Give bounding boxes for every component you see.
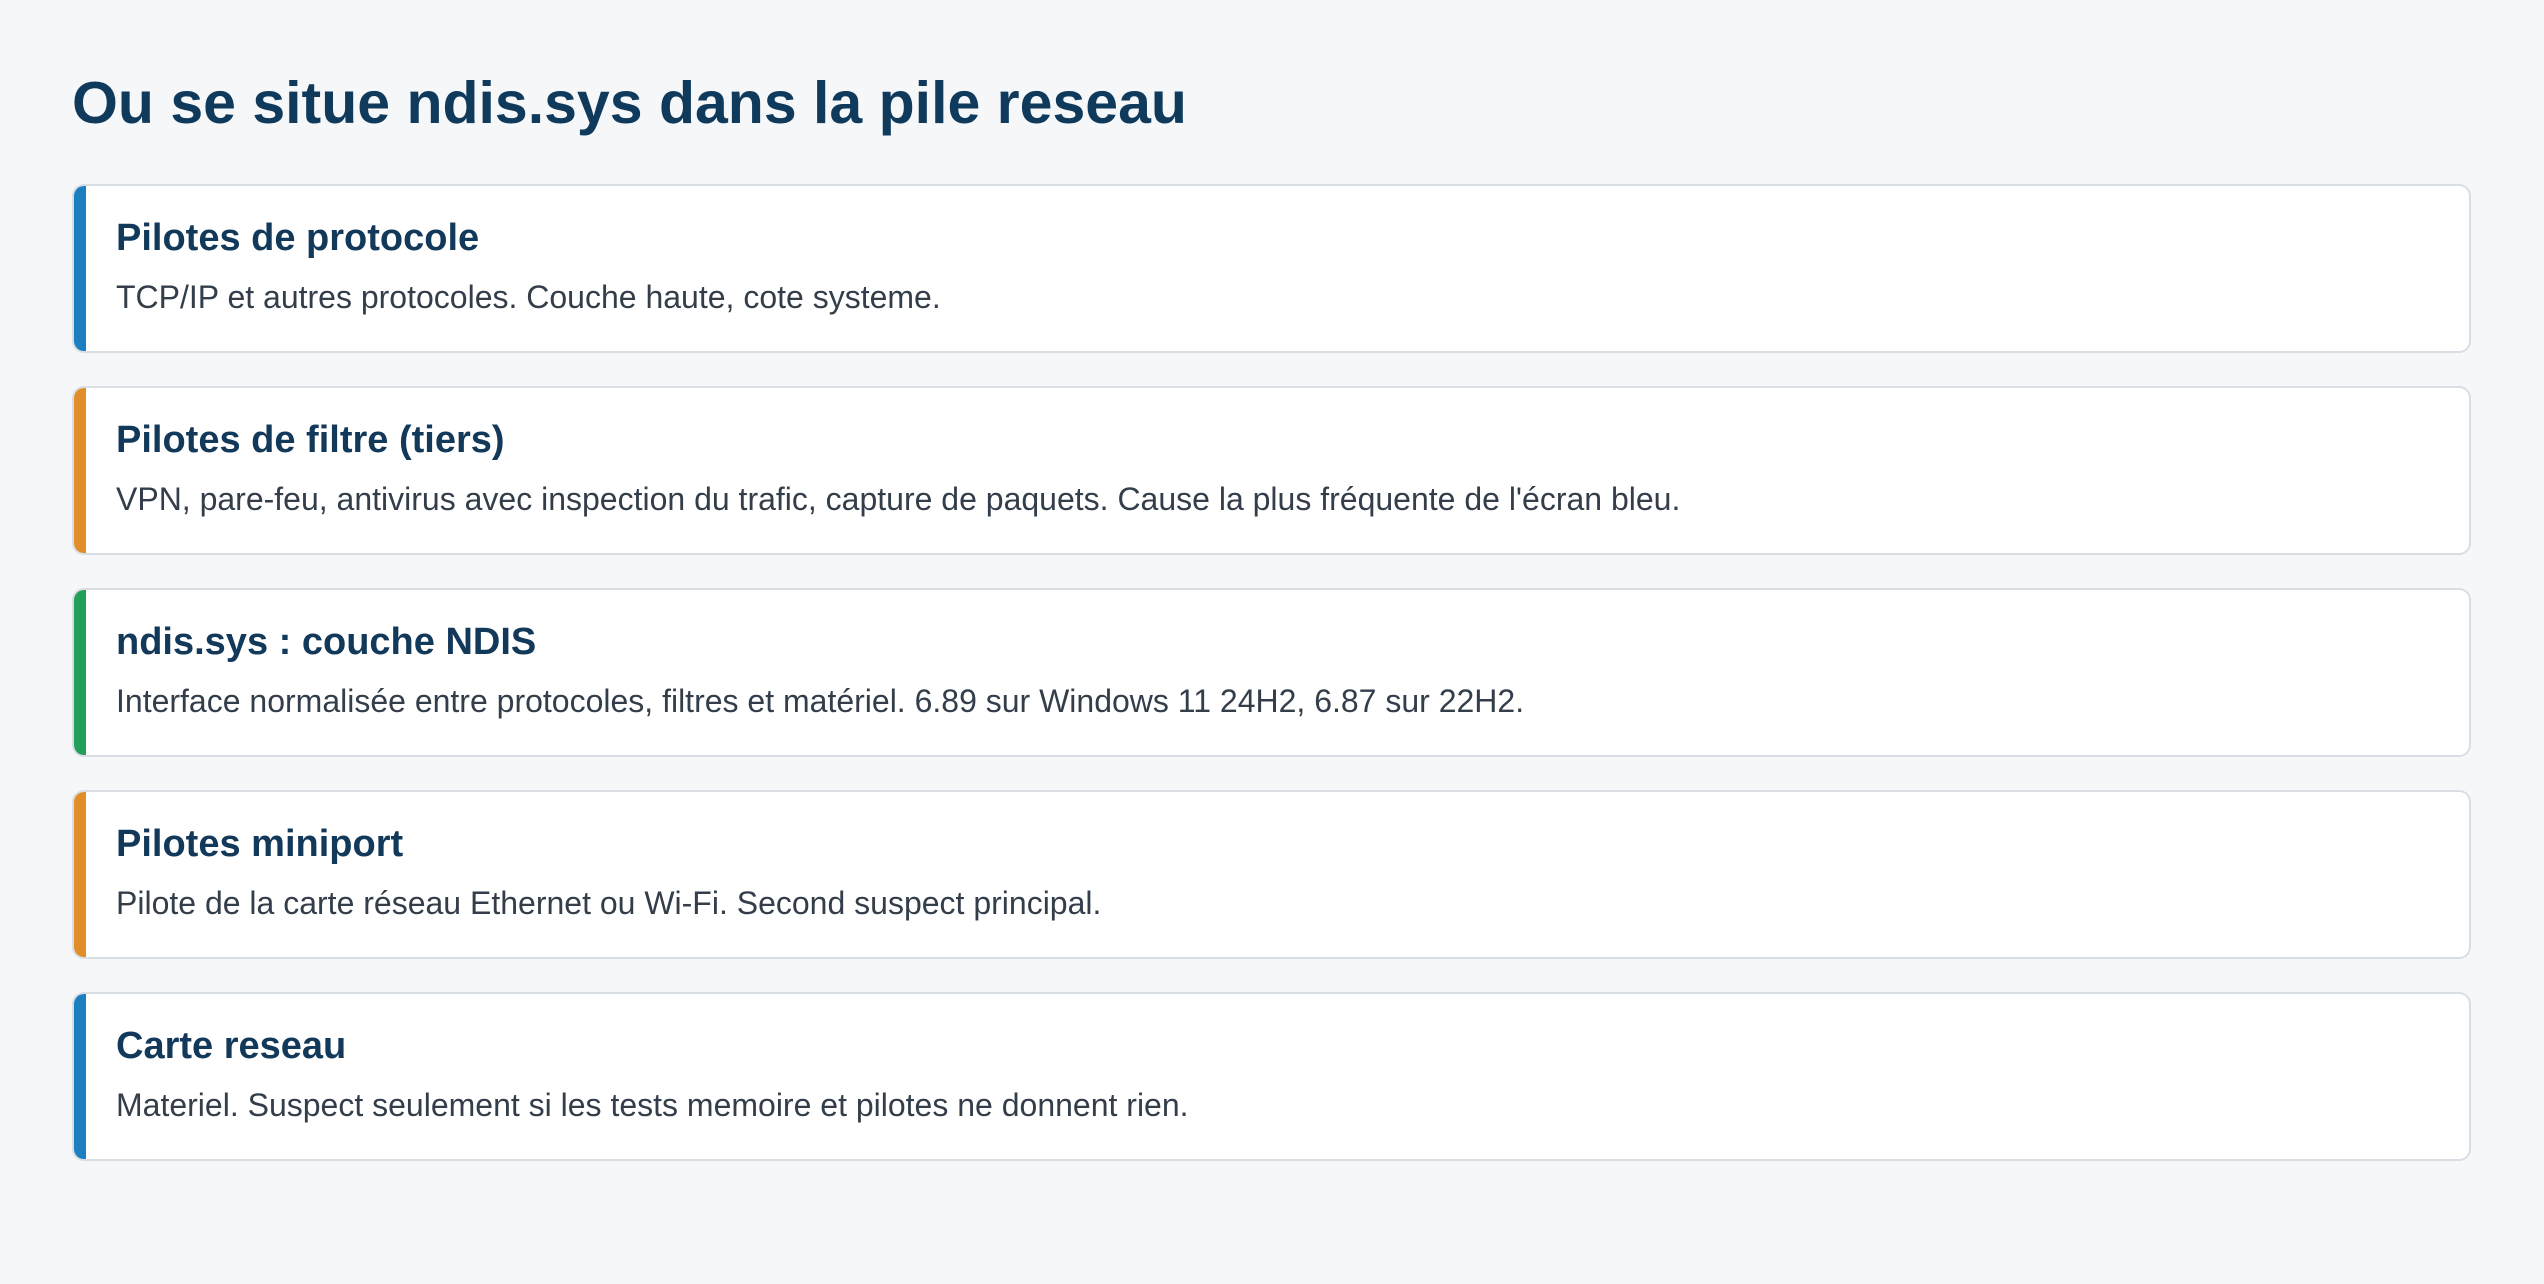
network-stack-layers: Pilotes de protocole TCP/IP et autres pr… [72,184,2471,1194]
layer-network-card: Carte reseau Materiel. Suspect seulement… [72,992,2471,1161]
layer-description: TCP/IP et autres protocoles. Couche haut… [116,279,941,315]
layer-title: Pilotes de filtre (tiers) [116,419,505,461]
layer-title: Carte reseau [116,1025,347,1067]
layer-accent-bar [74,388,86,553]
layer-title: Pilotes miniport [116,823,404,865]
layer-miniport-drivers: Pilotes miniport Pilote de la carte rése… [72,790,2471,959]
layer-description: Interface normalisée entre protocoles, f… [116,683,1525,719]
layer-title: ndis.sys : couche NDIS [116,621,537,663]
layer-protocol-drivers: Pilotes de protocole TCP/IP et autres pr… [72,184,2471,353]
layer-accent-bar [74,186,86,351]
layer-description: Materiel. Suspect seulement si les tests… [116,1087,1189,1123]
layer-accent-bar [74,792,86,957]
layer-title: Pilotes de protocole [116,217,480,259]
layer-filter-drivers: Pilotes de filtre (tiers) VPN, pare-feu,… [72,386,2471,555]
layer-accent-bar [74,590,86,755]
layer-description: VPN, pare-feu, antivirus avec inspection… [116,481,1681,517]
page-title: Ou se situe ndis.sys dans la pile reseau [72,70,1187,136]
layer-accent-bar [74,994,86,1159]
layer-description: Pilote de la carte réseau Ethernet ou Wi… [116,885,1102,921]
layer-ndis: ndis.sys : couche NDIS Interface normali… [72,588,2471,757]
